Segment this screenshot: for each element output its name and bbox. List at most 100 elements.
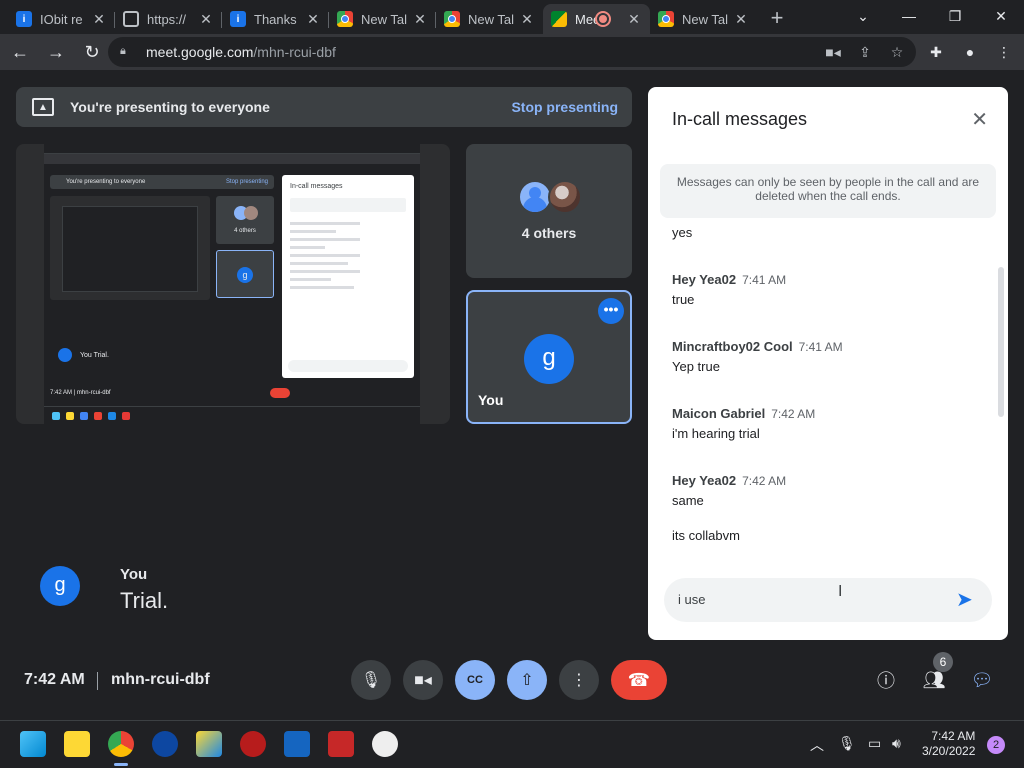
browser-tab[interactable]: New Tal ✕: [436, 4, 543, 34]
meeting-details-icon[interactable]: ⓘ: [872, 666, 900, 694]
reload-button[interactable]: ↻: [76, 36, 108, 68]
chat-icon[interactable]: 💬︎: [968, 666, 996, 694]
stop-presenting-button[interactable]: Stop presenting: [511, 99, 618, 115]
others-tile[interactable]: 4 others: [466, 144, 632, 278]
notification-badge[interactable]: 2: [987, 736, 1005, 754]
browser-tab[interactable]: New Tal ✕: [650, 4, 757, 34]
mini-chat-panel: In-call messages: [282, 175, 414, 378]
participant-avatar: [548, 180, 582, 214]
close-icon[interactable]: ✕: [971, 107, 988, 132]
close-icon[interactable]: ✕: [412, 11, 428, 28]
close-icon[interactable]: ✕: [198, 11, 214, 28]
chrome-icon: [444, 11, 460, 27]
system-clock[interactable]: 7:42 AM 3/20/2022: [922, 729, 975, 759]
app-icon[interactable]: [328, 731, 354, 757]
message-input[interactable]: i use: [664, 578, 992, 622]
browser-tab[interactable]: i Thanks ✕: [222, 4, 329, 34]
browser-tab[interactable]: i IObit re ✕: [8, 4, 115, 34]
message-list[interactable]: yes Hey Yea02 7:41 AM true Mincraftboy02 …: [648, 225, 1008, 565]
participant-count-badge: 6: [933, 652, 953, 672]
list-item: Mincraftboy02 Cool 7:41 AM Yep true: [672, 339, 843, 374]
tab-title: IObit re: [40, 11, 83, 27]
tab-title: New Tal: [468, 11, 515, 27]
menu-kebab-icon[interactable]: ⋮: [990, 38, 1018, 66]
present-screen-icon: ⇧: [520, 672, 534, 689]
camera-icon: ■◂: [414, 672, 432, 689]
camera-icon[interactable]: ■◂: [824, 44, 842, 61]
others-label: 4 others: [521, 225, 577, 241]
list-item: Maicon Gabriel 7:42 AM i'm hearing trial: [672, 406, 816, 441]
mini-caption: You Trial.: [58, 348, 109, 362]
self-tile[interactable]: ••• g You: [466, 290, 632, 424]
windows-taskbar: ︿ 🎙︎ ▭ 🔊︎ 7:42 AM 3/20/2022 2: [0, 720, 1024, 768]
chrome-icon[interactable]: [108, 731, 134, 766]
display-icon[interactable]: ▭: [868, 735, 881, 752]
bookmark-star-icon[interactable]: ☆: [888, 44, 906, 61]
start-icon[interactable]: [20, 731, 46, 757]
app-icon[interactable]: [372, 731, 398, 757]
meet-icon: [551, 11, 567, 27]
close-window-button[interactable]: ✕: [978, 0, 1024, 32]
shield-icon[interactable]: [284, 731, 310, 757]
close-icon[interactable]: ✕: [626, 11, 642, 28]
app-icon[interactable]: [196, 731, 222, 757]
camera-button[interactable]: ■◂: [403, 660, 443, 700]
back-button[interactable]: ←: [4, 36, 36, 68]
mini-bottom-bar: 7:42 AM | mhn-rcui-dbf: [44, 384, 420, 402]
present-screen-icon: ▲: [32, 98, 54, 116]
close-icon[interactable]: ✕: [733, 11, 749, 28]
avatar: g: [40, 566, 80, 606]
list-item: its collabvm: [672, 528, 740, 543]
hang-up-icon: ☎︎: [627, 669, 651, 690]
close-icon[interactable]: ✕: [519, 11, 535, 28]
captions-button[interactable]: CC: [455, 660, 495, 700]
address-bar[interactable]: 🔒︎ meet.google.com/mhn-rcui-dbf ■◂ ⇪ ☆: [108, 37, 916, 67]
app-icon[interactable]: [240, 731, 266, 757]
mini-stage: [50, 196, 210, 300]
browser-tab[interactable]: https:// ✕: [115, 4, 222, 34]
maximize-button[interactable]: ❐: [932, 0, 978, 32]
scrollbar[interactable]: [998, 267, 1004, 417]
send-icon[interactable]: ➤: [956, 587, 980, 611]
new-tab-button[interactable]: +: [763, 4, 791, 32]
present-button[interactable]: ⇧: [507, 660, 547, 700]
more-options-button[interactable]: ⋮: [559, 660, 599, 700]
forward-button[interactable]: →: [40, 36, 72, 68]
lock-icon[interactable]: 🔒︎: [120, 45, 134, 59]
tab-strip: i IObit re ✕ https:// ✕ i Thanks ✕ New T…: [0, 0, 1024, 34]
participant-avatar: [518, 180, 552, 214]
microphone-button[interactable]: 🎙︎: [351, 660, 391, 700]
file-explorer-icon[interactable]: [64, 731, 90, 757]
chrome-icon: [337, 11, 353, 27]
leave-call-button[interactable]: ☎︎: [611, 660, 667, 700]
chevron-up-icon[interactable]: ︿: [810, 735, 824, 755]
self-label: You: [478, 392, 504, 408]
tab-title: Mee: [575, 11, 597, 27]
presenting-text: You're presenting to everyone: [70, 99, 270, 115]
shared-screen-preview: You're presenting to everyone Stop presen…: [44, 144, 420, 424]
profile-icon[interactable]: ●: [956, 38, 984, 66]
screen-share-tile[interactable]: You're presenting to everyone Stop presen…: [16, 144, 450, 424]
caption-text: Trial.: [120, 588, 169, 613]
close-icon[interactable]: ✕: [305, 11, 321, 28]
close-icon[interactable]: ✕: [91, 11, 107, 28]
app-icon[interactable]: [152, 731, 178, 757]
kebab-icon: ⋮: [571, 672, 587, 689]
extensions-icon[interactable]: ✚: [922, 38, 950, 66]
volume-icon[interactable]: 🔊︎: [892, 735, 901, 752]
tab-search-icon[interactable]: ⌄: [840, 0, 886, 32]
minimize-button[interactable]: —: [886, 0, 932, 32]
microphone-icon: 🎙︎: [360, 672, 382, 689]
globe-icon: [123, 11, 139, 27]
caption-speaker: You: [120, 566, 148, 583]
meeting-controls: 7:42 AM mhn-rcui-dbf 🎙︎ ■◂ CC ⇧ ⋮ ☎︎ ⓘ 👥…: [0, 650, 1024, 710]
avatar: g: [524, 334, 574, 384]
mini-banner: You're presenting to everyone Stop presen…: [50, 175, 274, 189]
browser-tab[interactable]: New Tal ✕: [329, 4, 436, 34]
microphone-icon[interactable]: 🎙︎: [838, 735, 856, 752]
share-icon[interactable]: ⇪: [856, 44, 874, 61]
more-options-icon[interactable]: •••: [598, 298, 624, 324]
captions-icon: CC: [467, 674, 483, 686]
tab-title: New Tal: [361, 11, 408, 27]
browser-tab-active[interactable]: Mee ✕: [543, 4, 650, 34]
